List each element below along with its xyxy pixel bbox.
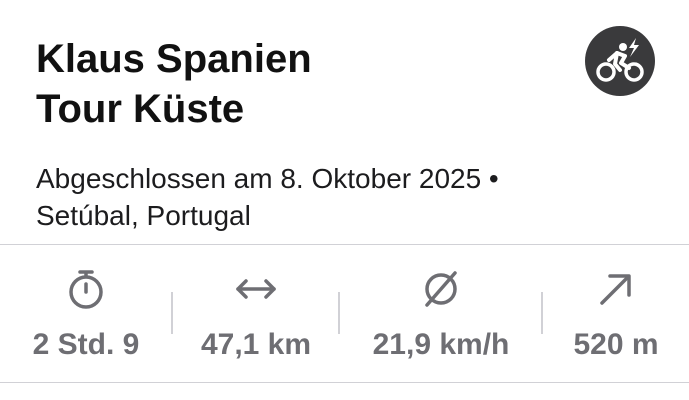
activity-location: Setúbal, Portugal	[36, 200, 251, 231]
stat-distance: 47,1 km	[172, 245, 340, 382]
average-speed-icon	[425, 271, 457, 307]
stat-average-speed-value: 21,9 km/h	[372, 328, 510, 361]
title-line-2: Tour Küste	[36, 87, 245, 131]
completion-date: Abgeschlossen am 8. Oktober 2025 •	[36, 163, 499, 194]
stat-elevation-value: 520 m	[573, 328, 659, 361]
divider-bottom	[0, 382, 689, 383]
distance-arrows-icon	[236, 279, 276, 299]
stat-average-speed: 21,9 km/h	[340, 245, 542, 382]
elevation-arrow-icon	[600, 274, 631, 305]
activity-title: Klaus Spanien Tour Küste	[36, 34, 556, 134]
stat-duration: 2 Std. 9	[0, 245, 172, 382]
activity-subtitle: Abgeschlossen am 8. Oktober 2025 • Setúb…	[36, 160, 656, 234]
stat-elevation: 520 m	[543, 245, 689, 382]
stat-duration-value: 2 Std. 9	[32, 328, 140, 361]
stopwatch-icon	[69, 270, 103, 309]
stat-distance-value: 47,1 km	[200, 328, 312, 361]
title-line-1: Klaus Spanien	[36, 37, 312, 81]
e-bike-icon[interactable]	[585, 26, 655, 96]
stats-row: 2 Std. 9 47,1 km 21,9 km/h 520 m	[0, 245, 689, 382]
